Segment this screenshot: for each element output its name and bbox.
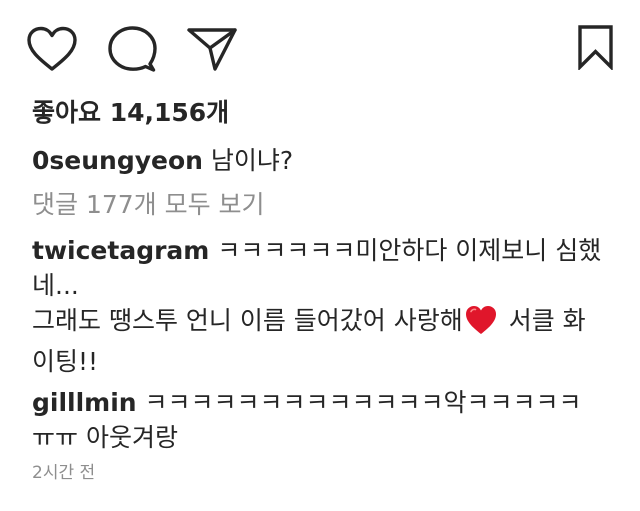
comment-item: gilllmin ㅋㅋㅋㅋㅋㅋㅋㅋㅋㅋㅋㅋㅋ악ㅋㅋㅋㅋㅋ ㅠㅠ 아웃겨랑 (32, 385, 622, 455)
post-timestamp: 2시간 전 (32, 461, 95, 485)
comment-line: gilllmin ㅋㅋㅋㅋㅋㅋㅋㅋㅋㅋㅋㅋㅋ악ㅋㅋㅋㅋㅋ (32, 385, 622, 420)
comment-text: ㅋㅋㅋㅋㅋㅋㅋㅋㅋㅋㅋㅋㅋ악ㅋㅋㅋㅋㅋ (144, 388, 582, 417)
comment-text: 그래도 땡스투 언니 이름 들어갔어 사랑해 (32, 306, 463, 335)
comment-text: ㅠㅠ 아웃겨랑 (32, 423, 178, 452)
comment-text: 이팅!! (32, 347, 99, 376)
comment-line: ㅠㅠ 아웃겨랑 (32, 420, 622, 455)
caption-username[interactable]: 0seungyeon (32, 146, 203, 175)
view-all-comments-link[interactable]: 댓글 177개 모두 보기 (32, 187, 622, 222)
view-all-comments-text[interactable]: 댓글 177개 모두 보기 (32, 190, 265, 219)
like-heart-icon[interactable] (26, 26, 78, 72)
comment-line: 이팅!! (32, 344, 622, 379)
comment-username[interactable]: twicetagram (32, 236, 209, 265)
comment-bubble-icon[interactable] (106, 26, 158, 72)
likes-text[interactable]: 좋아요 14,156개 (32, 98, 229, 127)
comment-text: 네... (32, 271, 79, 300)
comment-text: 서클 화 (508, 306, 586, 335)
comment-username[interactable]: gilllmin (32, 388, 137, 417)
timestamp-text: 2시간 전 (32, 463, 96, 483)
red-heart-emoji-icon (465, 305, 497, 344)
comment-line: 네... (32, 268, 622, 303)
comment-text: ㅋㅋㅋㅋㅋㅋ미안하다 이제보니 심했 (217, 236, 602, 265)
comment-line: 그래도 땡스투 언니 이름 들어갔어 사랑해 서클 화 (32, 303, 622, 344)
post-caption: 0seungyeon 남이냐? (32, 143, 622, 178)
comment-item: twicetagram ㅋㅋㅋㅋㅋㅋ미안하다 이제보니 심했 네... (32, 233, 622, 303)
bookmark-icon[interactable] (576, 24, 616, 70)
comment-item-continued: 그래도 땡스투 언니 이름 들어갔어 사랑해 서클 화 이팅!! (32, 303, 622, 379)
share-paper-plane-icon[interactable] (186, 26, 238, 72)
comment-line: twicetagram ㅋㅋㅋㅋㅋㅋ미안하다 이제보니 심했 (32, 233, 622, 268)
caption-text: 남이냐? (210, 146, 294, 175)
action-bar (0, 0, 640, 95)
likes-count[interactable]: 좋아요 14,156개 (32, 95, 622, 130)
